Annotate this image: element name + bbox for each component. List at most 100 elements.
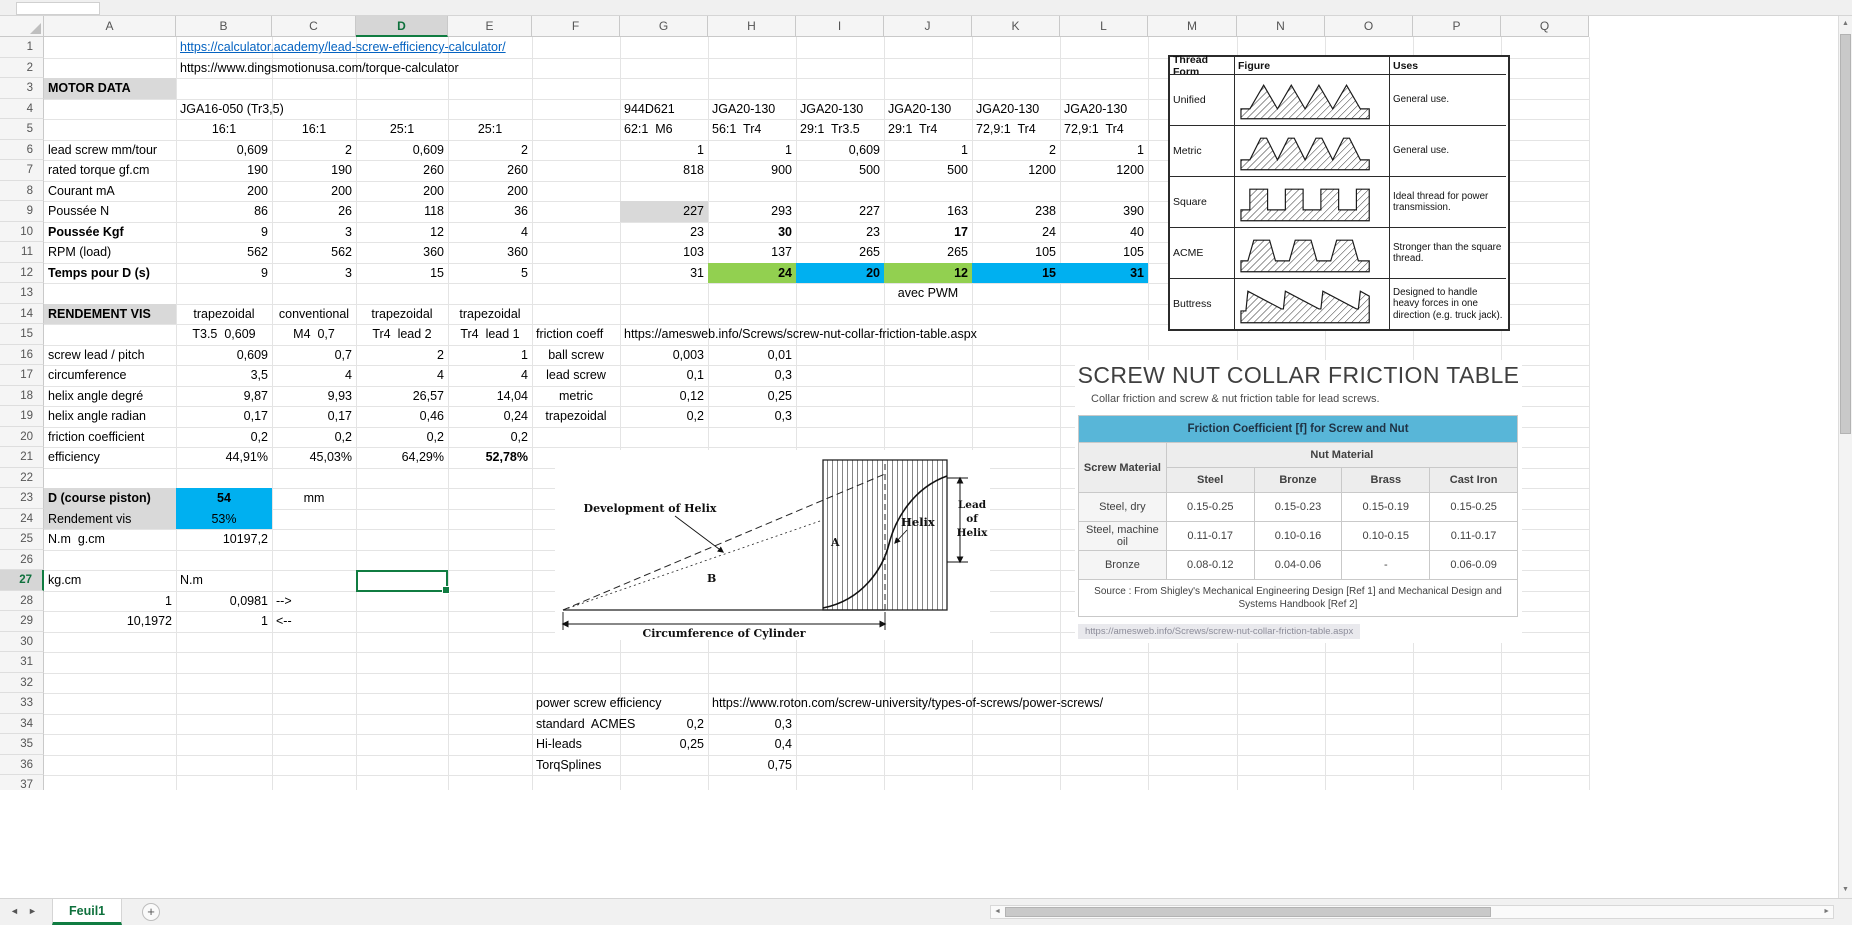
cell-E11[interactable]: 360 bbox=[448, 242, 532, 263]
row-header-37[interactable]: 37 bbox=[0, 775, 44, 790]
cell-J7[interactable]: 500 bbox=[884, 160, 972, 181]
cell-C7[interactable]: 190 bbox=[272, 160, 356, 181]
cell-D16[interactable]: 2 bbox=[356, 345, 448, 366]
cell-L5[interactable]: 72,9:1 Tr4 bbox=[1060, 119, 1148, 140]
cell-G6[interactable]: 1 bbox=[620, 140, 708, 161]
cell-B23[interactable]: 54 bbox=[176, 488, 272, 509]
cell-G9[interactable]: 227 bbox=[620, 201, 708, 222]
row-header-18[interactable]: 18 bbox=[0, 386, 44, 407]
cell-H16[interactable]: 0,01 bbox=[708, 345, 796, 366]
row-header-33[interactable]: 33 bbox=[0, 693, 44, 714]
cell-D17[interactable]: 4 bbox=[356, 365, 448, 386]
vertical-scrollbar[interactable]: ▲ ▼ bbox=[1838, 16, 1852, 898]
cell-B28[interactable]: 0,0981 bbox=[176, 591, 272, 612]
cell-E8[interactable]: 200 bbox=[448, 181, 532, 202]
cell-E16[interactable]: 1 bbox=[448, 345, 532, 366]
cell-A3[interactable]: MOTOR DATA bbox=[44, 78, 176, 99]
cell-J4[interactable]: JGA20-130 bbox=[884, 99, 972, 120]
cell-D12[interactable]: 15 bbox=[356, 263, 448, 284]
cell-E15[interactable]: Tr4 lead 1 bbox=[448, 324, 532, 345]
cell-A25[interactable]: N.m g.cm bbox=[44, 529, 176, 550]
cell-E6[interactable]: 2 bbox=[448, 140, 532, 161]
row-header-2[interactable]: 2 bbox=[0, 58, 44, 79]
cell-D7[interactable]: 260 bbox=[356, 160, 448, 181]
cell-B15[interactable]: T3.5 0,609 bbox=[176, 324, 272, 345]
column-header-D[interactable]: D bbox=[356, 16, 448, 37]
add-sheet-button[interactable]: + bbox=[142, 903, 160, 921]
row-header-21[interactable]: 21 bbox=[0, 447, 44, 468]
cell-G5[interactable]: 62:1 M6 bbox=[620, 119, 708, 140]
cell-H19[interactable]: 0,3 bbox=[708, 406, 796, 427]
sheet-tab-active[interactable]: Feuil1 bbox=[52, 899, 122, 925]
cell-A29[interactable]: 10,1972 bbox=[44, 611, 176, 632]
column-header-C[interactable]: C bbox=[272, 16, 356, 37]
column-header-E[interactable]: E bbox=[448, 16, 532, 37]
cell-E7[interactable]: 260 bbox=[448, 160, 532, 181]
column-header-J[interactable]: J bbox=[884, 16, 972, 37]
cell-G35[interactable]: 0,25 bbox=[620, 734, 708, 755]
cell-G18[interactable]: 0,12 bbox=[620, 386, 708, 407]
cell-B25[interactable]: 10197,2 bbox=[176, 529, 272, 550]
cell-C17[interactable]: 4 bbox=[272, 365, 356, 386]
cell-H11[interactable]: 137 bbox=[708, 242, 796, 263]
cell-L10[interactable]: 40 bbox=[1060, 222, 1148, 243]
cell-D6[interactable]: 0,609 bbox=[356, 140, 448, 161]
row-header-23[interactable]: 23 bbox=[0, 488, 44, 509]
column-header-H[interactable]: H bbox=[708, 16, 796, 37]
cell-K6[interactable]: 2 bbox=[972, 140, 1060, 161]
row-header-29[interactable]: 29 bbox=[0, 611, 44, 632]
cell-B20[interactable]: 0,2 bbox=[176, 427, 272, 448]
friction-table-image[interactable]: SCREW NUT COLLAR FRICTION TABLE Collar f… bbox=[1075, 360, 1522, 643]
cell-G17[interactable]: 0,1 bbox=[620, 365, 708, 386]
cell-I12[interactable]: 20 bbox=[796, 263, 884, 284]
row-header-27[interactable]: 27 bbox=[0, 570, 44, 591]
cell-B7[interactable]: 190 bbox=[176, 160, 272, 181]
cell-J5[interactable]: 29:1 Tr4 bbox=[884, 119, 972, 140]
cell-A18[interactable]: helix angle degré bbox=[44, 386, 176, 407]
cell-J13[interactable]: avec PWM bbox=[884, 283, 972, 304]
cell-A21[interactable]: efficiency bbox=[44, 447, 176, 468]
cell-B17[interactable]: 3,5 bbox=[176, 365, 272, 386]
column-header-B[interactable]: B bbox=[176, 16, 272, 37]
cell-J10[interactable]: 17 bbox=[884, 222, 972, 243]
cell-C8[interactable]: 200 bbox=[272, 181, 356, 202]
cell-A10[interactable]: Poussée Kgf bbox=[44, 222, 176, 243]
cell-A8[interactable]: Courant mA bbox=[44, 181, 176, 202]
column-header-P[interactable]: P bbox=[1413, 16, 1501, 37]
column-header-N[interactable]: N bbox=[1237, 16, 1325, 37]
cell-H36[interactable]: 0,75 bbox=[708, 755, 796, 776]
cell-B12[interactable]: 9 bbox=[176, 263, 272, 284]
row-header-26[interactable]: 26 bbox=[0, 550, 44, 571]
horizontal-scrollbar[interactable]: ◄ ► bbox=[990, 905, 1834, 919]
cell-D20[interactable]: 0,2 bbox=[356, 427, 448, 448]
cell-L9[interactable]: 390 bbox=[1060, 201, 1148, 222]
cell-C21[interactable]: 45,03% bbox=[272, 447, 356, 468]
row-header-30[interactable]: 30 bbox=[0, 632, 44, 653]
cell-B6[interactable]: 0,609 bbox=[176, 140, 272, 161]
cell-C19[interactable]: 0,17 bbox=[272, 406, 356, 427]
row-header-34[interactable]: 34 bbox=[0, 714, 44, 735]
cell-D11[interactable]: 360 bbox=[356, 242, 448, 263]
column-header-O[interactable]: O bbox=[1325, 16, 1413, 37]
cell-A20[interactable]: friction coefficient bbox=[44, 427, 176, 448]
cell-I6[interactable]: 0,609 bbox=[796, 140, 884, 161]
cell-L6[interactable]: 1 bbox=[1060, 140, 1148, 161]
row-header-6[interactable]: 6 bbox=[0, 140, 44, 161]
row-header-35[interactable]: 35 bbox=[0, 734, 44, 755]
cell-J6[interactable]: 1 bbox=[884, 140, 972, 161]
row-header-15[interactable]: 15 bbox=[0, 324, 44, 345]
cell-C23[interactable]: mm bbox=[272, 488, 356, 509]
row-header-10[interactable]: 10 bbox=[0, 222, 44, 243]
column-header-A[interactable]: A bbox=[44, 16, 176, 37]
row-header-4[interactable]: 4 bbox=[0, 99, 44, 120]
cell-B5[interactable]: 16:1 bbox=[176, 119, 272, 140]
cell-H33[interactable]: https://www.roton.com/screw-university/t… bbox=[708, 693, 1148, 714]
cell-D5[interactable]: 25:1 bbox=[356, 119, 448, 140]
column-header-K[interactable]: K bbox=[972, 16, 1060, 37]
cell-H17[interactable]: 0,3 bbox=[708, 365, 796, 386]
cell-B14[interactable]: trapezoidal bbox=[176, 304, 272, 325]
cell-E18[interactable]: 14,04 bbox=[448, 386, 532, 407]
column-header-Q[interactable]: Q bbox=[1501, 16, 1589, 37]
column-header-I[interactable]: I bbox=[796, 16, 884, 37]
cell-F18[interactable]: metric bbox=[532, 386, 620, 407]
